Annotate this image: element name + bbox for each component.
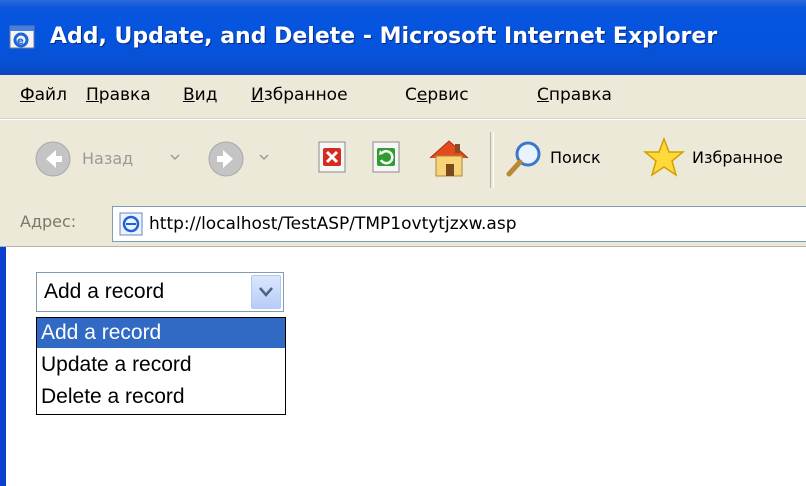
- ie-window-icon: e: [9, 25, 35, 49]
- menu-edit[interactable]: Правка: [86, 85, 151, 105]
- favorites-button[interactable]: Избранное: [642, 134, 806, 184]
- back-dropdown-icon[interactable]: [170, 146, 180, 165]
- forward-button[interactable]: [207, 140, 247, 180]
- option-add-record[interactable]: Add a record: [37, 318, 285, 348]
- option-update-record[interactable]: Update a record: [37, 350, 285, 380]
- back-button[interactable]: Назад: [34, 134, 164, 186]
- window-title: Add, Update, and Delete - Microsoft Inte…: [50, 24, 718, 49]
- select-options-list: Add a record Update a record Delete a re…: [36, 317, 286, 415]
- address-input[interactable]: http://localhost/TestASP/TMP1ovtytjzxw.a…: [112, 206, 806, 242]
- select-current-value: Add a record: [44, 280, 165, 303]
- menu-view[interactable]: Вид: [183, 85, 217, 105]
- refresh-button[interactable]: [370, 140, 404, 180]
- toolbar: Назад Поиск Избранное: [0, 119, 806, 201]
- menu-help[interactable]: Справка: [537, 85, 612, 105]
- address-url: http://localhost/TestASP/TMP1ovtytjzxw.a…: [149, 214, 517, 234]
- refresh-icon: [372, 141, 400, 173]
- svg-text:e: e: [17, 36, 24, 47]
- toolbar-separator: [490, 132, 494, 188]
- stop-button[interactable]: [316, 140, 350, 180]
- chevron-down-icon: [259, 287, 273, 297]
- menu-tools[interactable]: Сервис: [405, 85, 469, 105]
- option-delete-record[interactable]: Delete a record: [37, 382, 285, 412]
- menu-bar: Файл Правка Вид Избранное Сервис Справка: [0, 75, 806, 119]
- page-content: Add a record Add a record Update a recor…: [6, 247, 806, 486]
- action-select[interactable]: Add a record: [36, 272, 284, 312]
- menu-file[interactable]: Файл: [20, 85, 67, 105]
- address-label: Адрес:: [20, 212, 77, 231]
- address-bar: Адрес: http://localhost/TestASP/TMP1ovty…: [0, 200, 806, 247]
- window-title-bar[interactable]: e Add, Update, and Delete - Microsoft In…: [0, 0, 806, 75]
- forward-arrow-icon: [208, 141, 244, 177]
- search-magnifier-icon: [506, 141, 541, 177]
- forward-dropdown-icon[interactable]: [259, 146, 269, 165]
- favorites-star-icon: [642, 136, 686, 177]
- stop-icon: [318, 141, 346, 173]
- home-button[interactable]: [426, 136, 472, 184]
- ie-page-icon: [119, 212, 143, 236]
- home-icon: [429, 140, 469, 177]
- select-dropdown-button[interactable]: [251, 275, 281, 309]
- menu-favorites[interactable]: Избранное: [251, 85, 348, 105]
- back-arrow-icon: [35, 141, 71, 177]
- search-button[interactable]: Поиск: [504, 136, 634, 182]
